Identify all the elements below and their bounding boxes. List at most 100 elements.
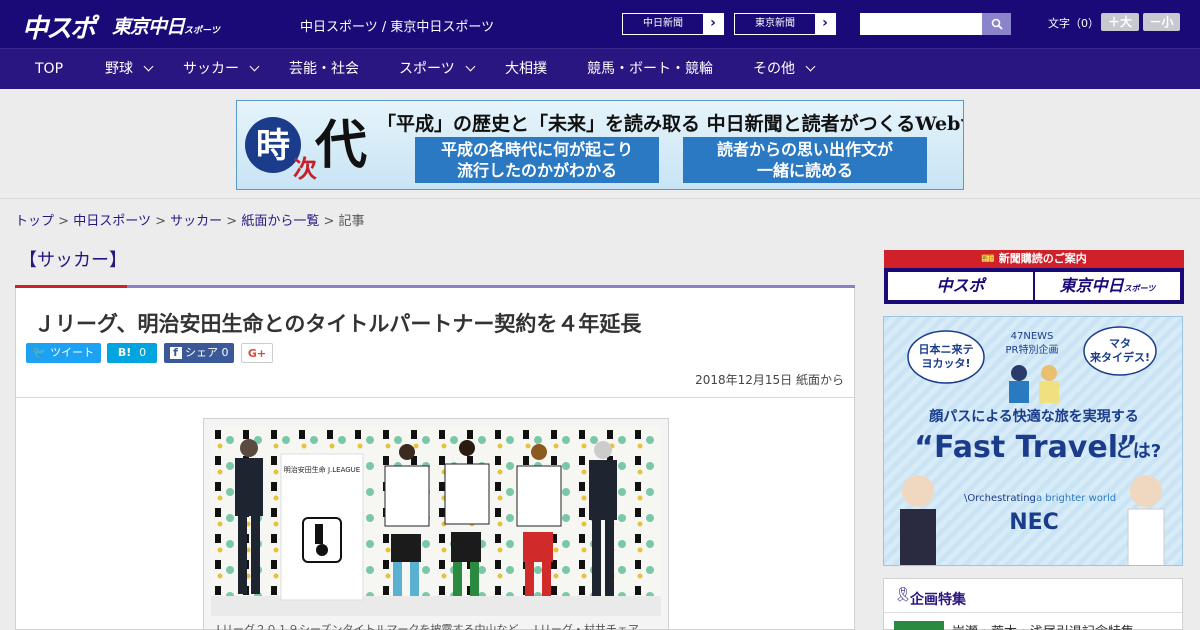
breadcrumb-separator: > — [58, 214, 70, 229]
hatena-bookmark-button[interactable]: B! 0 — [107, 343, 157, 363]
chunichi-shimbun-link[interactable]: 中日新聞 › — [622, 13, 724, 35]
breadcrumb-link-top[interactable]: トップ — [15, 214, 54, 229]
banner-headline: 「平成」の歴史と「未来」を読み取る 中日新聞と読者がつくるWebサイト — [377, 113, 964, 135]
logo-char: 次 — [293, 154, 317, 183]
tweet-button[interactable]: 🐦 ツイート — [26, 343, 101, 363]
nav-item-label: サッカー — [183, 61, 239, 77]
subscribe-tokyo-chunichi-label: 東京中日 — [1059, 276, 1124, 295]
banner-box-history: 平成の各時代に何が起こり 流行したのかがわかる — [415, 137, 659, 183]
font-size-label: 文字（0） — [1048, 17, 1099, 30]
nav-item-baseball[interactable]: 野球 — [105, 49, 154, 90]
tokyo-chunichi-logo[interactable]: 東京中日スポーツ — [112, 12, 220, 39]
nav-item-soccer[interactable]: サッカー — [183, 49, 260, 90]
nec-ad[interactable]: 日本ニ来テ ヨカッタ! 47NEWS PR特別企画 マタ 来タイデス! 顔パスに… — [883, 316, 1183, 566]
logo-sub-small: スポーツ — [184, 26, 220, 36]
nav-item-top[interactable]: TOP — [35, 49, 63, 90]
nec-logo: NEC — [1009, 510, 1059, 535]
ad-tagline-2: a brighter world — [1036, 493, 1116, 504]
search-button[interactable] — [982, 13, 1011, 35]
breadcrumb-link-soccer[interactable]: サッカー — [170, 214, 222, 229]
chevron-down-icon — [249, 61, 260, 72]
nav-item-label: 大相撲 — [505, 61, 547, 77]
ticket-icon: 🎫 — [981, 252, 995, 265]
ad-47news: 47NEWS — [1011, 331, 1054, 342]
nav-item-label: TOP — [35, 61, 64, 77]
chevron-right-icon: › — [822, 15, 828, 31]
subscription-heading-text: 新聞購読のご案内 — [998, 252, 1087, 265]
article-photo-frame: 明治安田生命 J.LEAGUE Ｊリーグ２０１９シーズンタイトルマークを披露する… — [203, 418, 669, 630]
article-title: Ｊリーグ、明治安田生命とのタイトルパートナー契約を４年延長 — [34, 312, 642, 336]
feature-divider — [884, 612, 1182, 613]
photo-caption: Ｊリーグ２０１９シーズンタイトルマークを披露する中山など、Ｊリーグ・村井チェア… — [211, 623, 650, 630]
tokyo-shimbun-link[interactable]: 東京新聞 › — [734, 13, 836, 35]
subscribe-tokyo-chunichi[interactable]: 東京中日スポーツ — [1035, 272, 1180, 300]
svg-text:日本ニ来テ: 日本ニ来テ — [919, 342, 974, 356]
nav-item-label: スポーツ — [399, 61, 455, 77]
google-plus-icon: G+ — [247, 347, 267, 360]
nav-item-keiba[interactable]: 競馬・ボート・競輪 — [587, 49, 713, 90]
tokyo-shimbun-label: 東京新聞 — [735, 14, 815, 34]
google-plus-button[interactable]: G+ — [241, 343, 273, 363]
search-input[interactable] — [860, 13, 982, 35]
svg-text:マタ: マタ — [1109, 337, 1131, 350]
logo-sub-text: 東京中日 — [112, 16, 185, 38]
search-icon — [991, 18, 1003, 30]
nav-item-label: その他 — [753, 61, 795, 77]
breadcrumb-separator: > — [226, 214, 238, 229]
facebook-icon: f — [169, 347, 182, 359]
facebook-count: 0 — [221, 346, 229, 359]
article-date: 2018年12月15日 紙面から — [695, 373, 844, 387]
ad-headline: 顔パスによる快適な旅を実現する — [928, 408, 1139, 425]
jidai-banner[interactable]: 時 次 代 「平成」の歴史と「未来」を読み取る 中日新聞と読者がつくるWebサイ… — [236, 100, 964, 190]
breadcrumb-link-list[interactable]: 紙面から一覧 — [241, 214, 319, 229]
ad-pr-label: PR特別企画 — [1006, 343, 1059, 356]
chevron-down-icon — [805, 61, 816, 72]
article-photo[interactable]: 明治安田生命 J.LEAGUE — [211, 426, 661, 616]
article: Ｊリーグ、明治安田生命とのタイトルパートナー契約を４年延長 🐦 ツイート B! … — [15, 288, 855, 630]
chevron-down-icon — [465, 61, 476, 72]
jidai-logo: 時 次 代 — [245, 115, 367, 183]
font-bigger-button[interactable]: ＋大 — [1101, 13, 1139, 31]
twitter-icon: 🐦 — [32, 346, 47, 359]
facebook-share-button[interactable]: f シェア 0 — [164, 343, 234, 363]
banner-box-line: 流行したのかがわかる — [456, 161, 617, 180]
ad-artwork: 日本ニ来テ ヨカッタ! 47NEWS PR特別企画 マタ 来タイデス! 顔パスに… — [884, 317, 1182, 565]
nav-item-entertainment[interactable]: 芸能・社会 — [289, 49, 359, 90]
font-smaller-button[interactable]: －小 — [1143, 13, 1180, 31]
nav-item-sports[interactable]: スポーツ — [399, 49, 476, 90]
subscription-heading[interactable]: 🎫 新聞購読のご案内 — [884, 250, 1184, 268]
ad-tagline-1: \Orchestrating — [964, 493, 1036, 504]
press-event-photo: 明治安田生命 J.LEAGUE — [211, 426, 661, 616]
nav-item-label: 競馬・ボート・競輪 — [587, 61, 713, 77]
breadcrumb-link-chunichi-sports[interactable]: 中日スポーツ — [73, 214, 151, 229]
site-links[interactable]: 中日スポーツ / 東京中日スポーツ — [300, 16, 494, 35]
subscription-box: 🎫 新聞購読のご案内 中スポ 東京中日スポーツ — [884, 250, 1184, 304]
site-header: 中スポ 東京中日スポーツ 中日スポーツ / 東京中日スポーツ 中日新聞 › 東京… — [0, 0, 1200, 48]
banner-box-line: 読者からの思い出作文が — [716, 140, 893, 159]
nav-item-label: 芸能・社会 — [289, 61, 359, 77]
main-nav: TOP 野球 サッカー 芸能・社会 スポーツ 大相撲 競馬・ボート・競輪 その他 — [0, 48, 1200, 89]
nav-item-sumo[interactable]: 大相撲 — [505, 49, 547, 90]
feature-section-title: 企画特集 — [910, 592, 966, 608]
feature-item-link[interactable]: 岩瀬・荒木・浅尾引退記念特集 — [952, 621, 1134, 630]
ad-big-suffix: とは? — [1115, 441, 1161, 462]
hatena-count: 0 — [139, 346, 147, 359]
chuspo-logo[interactable]: 中スポ — [22, 8, 96, 45]
breadcrumb-current: 記事 — [338, 214, 365, 229]
logo-char: 代 — [314, 115, 367, 176]
subscribe-chuspo[interactable]: 中スポ — [888, 272, 1033, 300]
breadcrumb-separator: > — [155, 214, 166, 229]
nav-item-label: 野球 — [105, 61, 133, 77]
svg-text:来タイデス!: 来タイデス! — [1089, 350, 1150, 364]
chunichi-shimbun-label: 中日新聞 — [623, 14, 703, 34]
chevron-down-icon — [143, 61, 154, 72]
sign-board-text: 明治安田生命 J.LEAGUE — [284, 465, 360, 474]
hatena-icon: B! — [117, 346, 132, 359]
banner-box-line: 平成の各時代に何が起こり — [440, 140, 633, 159]
category-title: 【サッカー】 — [15, 248, 127, 288]
logo-char: 時 — [256, 126, 290, 166]
breadcrumb: トップ > 中日スポーツ > サッカー > 紙面から一覧 > 記事 — [15, 210, 365, 229]
feature-thumbnail[interactable] — [894, 621, 944, 630]
banner-box-line: 一緒に読める — [756, 161, 853, 180]
nav-item-other[interactable]: その他 — [753, 49, 816, 90]
